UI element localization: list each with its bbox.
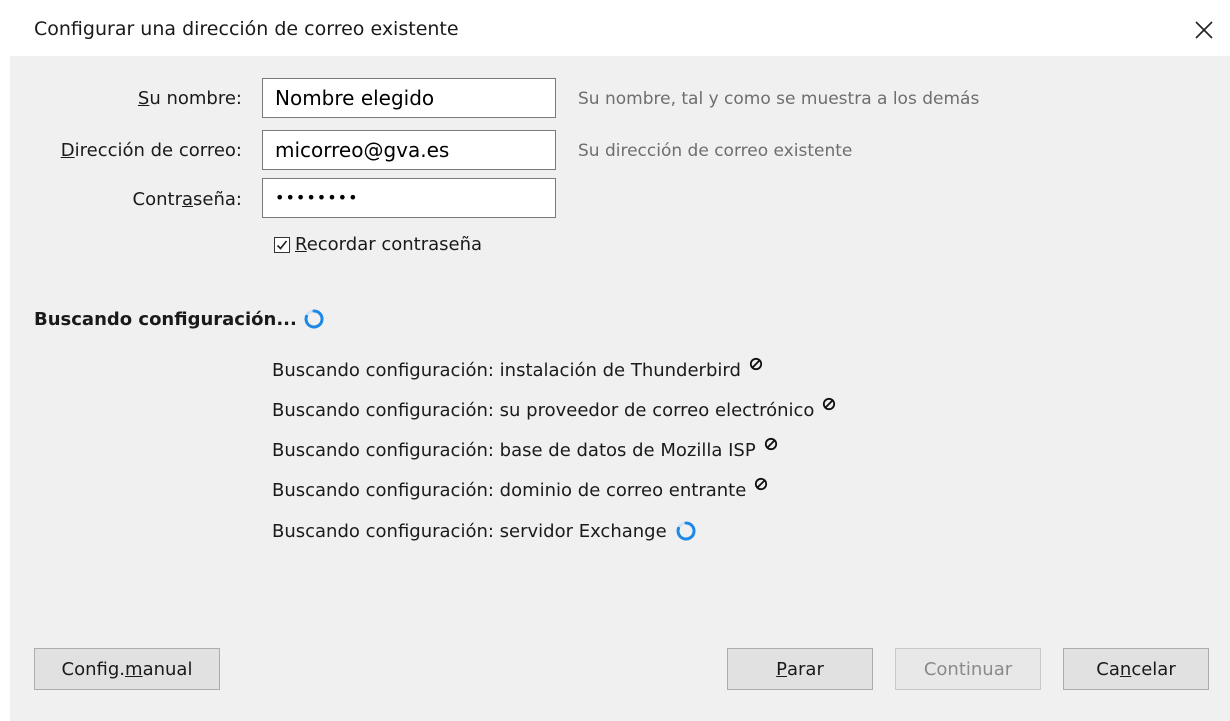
name-label: Su nombre: <box>137 88 242 109</box>
spinner-icon <box>304 309 324 329</box>
email-input[interactable]: micorreo@gva.es <box>262 130 556 170</box>
blocked-icon <box>823 397 836 410</box>
probe-exchange: Buscando configuración: servidor Exchang… <box>272 520 697 542</box>
continue-button[interactable]: Continuar <box>895 648 1041 690</box>
cancel-button[interactable]: Ca n celar <box>1063 648 1209 690</box>
check-icon <box>276 240 288 250</box>
probe-ispdb: Buscando configuración: base de datos de… <box>272 437 778 461</box>
search-heading-text: Buscando configuración... <box>34 308 297 330</box>
dialog-content: Su nombre: Nombre elegido Su nombre, tal… <box>10 56 1230 721</box>
password-label: Contraseña: <box>132 189 242 210</box>
blocked-icon <box>755 477 768 490</box>
email-hint: Su dirección de correo existente <box>578 141 853 161</box>
probe-thunderbird: Buscando configuración: instalación de T… <box>272 357 763 381</box>
name-hint: Su nombre, tal y como se muestra a los d… <box>578 89 980 109</box>
blocked-icon <box>764 437 777 450</box>
manual-config-button[interactable]: Config. m anual <box>34 648 220 690</box>
stop-button[interactable]: Parar <box>727 648 873 690</box>
blocked-icon <box>749 357 762 370</box>
close-icon <box>1195 21 1213 39</box>
probe-provider: Buscando configuración: su proveedor de … <box>272 397 836 421</box>
spinner-icon <box>676 521 696 541</box>
remember-password-checkbox[interactable]: Recordar contraseña <box>274 234 482 255</box>
checkbox-box[interactable] <box>274 236 290 253</box>
search-status-heading: Buscando configuración... <box>34 308 325 330</box>
probe-incoming-domain: Buscando configuración: dominio de corre… <box>272 477 768 501</box>
window-title: Configurar una dirección de correo exist… <box>34 18 459 40</box>
title-bar: Configurar una dirección de correo exist… <box>0 0 1230 56</box>
close-button[interactable] <box>1186 12 1222 48</box>
name-input[interactable]: Nombre elegido <box>262 78 556 118</box>
password-input[interactable]: •••••••• <box>262 178 556 218</box>
email-label: Dirección de correo: <box>60 140 242 161</box>
remember-password-label: Recordar contraseña <box>295 234 483 255</box>
